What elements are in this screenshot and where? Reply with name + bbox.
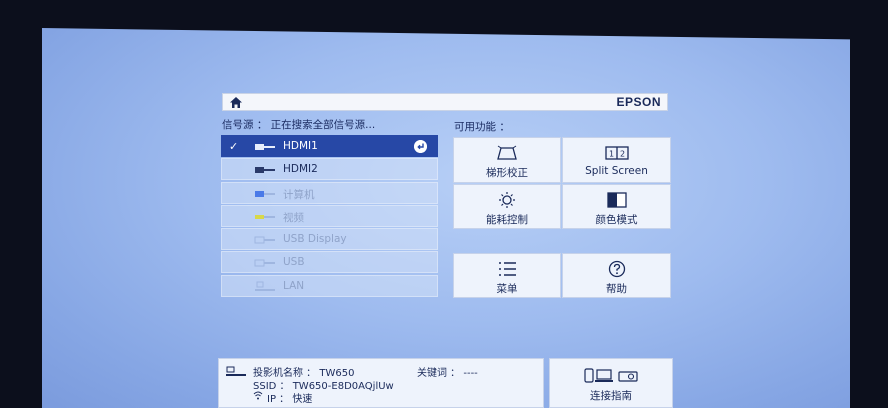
lan-icon: [255, 281, 275, 291]
color-mode-button[interactable]: 颜色模式: [562, 184, 671, 229]
color-mode-icon: [606, 192, 627, 208]
hdmi-icon: [255, 144, 275, 150]
source-label-computer: 计算机: [283, 188, 315, 201]
source-label-hdmi1: HDMI1: [283, 140, 318, 152]
source-item-usb-display[interactable]: USB Display: [221, 228, 438, 251]
source-label-hdmi2: HDMI2: [283, 163, 318, 176]
source-label-video: 视频: [283, 211, 304, 224]
enter-icon: [414, 140, 427, 153]
source-label-usb-display: USB Display: [283, 233, 347, 246]
check-icon: ✓: [229, 140, 239, 153]
connection-guide-label: 连接指南: [590, 390, 632, 402]
connection-guide-button[interactable]: 连接指南: [549, 358, 673, 408]
wifi-icon: [253, 391, 263, 400]
source-item-hdmi2[interactable]: HDMI2: [221, 158, 438, 181]
source-item-hdmi1[interactable]: ✓ HDMI1: [221, 135, 438, 157]
help-icon: [608, 260, 625, 278]
projection-screen: [42, 28, 850, 408]
brand-logo: EPSON: [616, 95, 661, 109]
keyword: 关键词 ： ----: [417, 368, 478, 379]
power-consumption-label: 能耗控制: [486, 214, 528, 226]
usb-icon: [254, 259, 275, 267]
keystone-button[interactable]: 梯形校正: [453, 137, 561, 183]
rca-icon: [255, 214, 275, 219]
power-consumption-button[interactable]: 能耗控制: [453, 184, 561, 229]
hdmi-icon: [255, 167, 275, 174]
source-list: ✓ HDMI1 HDMI2 计算机 视频 USB Display USB LAN: [221, 135, 438, 298]
source-label: 信号源 ： 正在搜索全部信号源...: [222, 119, 376, 131]
functions-label: 可用功能 ：: [454, 121, 510, 133]
svg-text:1: 1: [608, 150, 613, 159]
svg-text:2: 2: [619, 150, 624, 159]
help-button[interactable]: 帮助: [562, 253, 671, 298]
source-item-computer[interactable]: 计算机: [221, 181, 438, 204]
usb-icon: [254, 236, 275, 244]
menu-label: 菜单: [496, 283, 518, 295]
home-icon[interactable]: [229, 96, 243, 109]
color-mode-label: 颜色模式: [595, 214, 638, 226]
projector-info-panel: 投影机名称 ： TW650 关键词 ： ---- SSID ： TW650-E8…: [218, 358, 544, 408]
source-label-lan: LAN: [283, 279, 305, 292]
header-bar: EPSON: [222, 93, 668, 111]
vga-icon: [255, 190, 275, 197]
lightbulb-icon: [499, 192, 515, 208]
keystone-icon: [497, 145, 517, 160]
split-screen-icon: 1 2: [604, 146, 629, 160]
keystone-label: 梯形校正: [486, 167, 528, 179]
source-item-lan[interactable]: LAN: [221, 274, 438, 297]
menu-button[interactable]: 菜单: [453, 253, 561, 298]
help-label: 帮助: [606, 283, 627, 295]
source-item-usb[interactable]: USB: [221, 251, 438, 274]
source-item-video[interactable]: 视频: [221, 204, 438, 227]
source-label-usb: USB: [283, 256, 305, 269]
ip-mode: IP ： 快速: [267, 394, 313, 405]
split-screen-label: Split Screen: [585, 165, 648, 177]
network-icon: [226, 366, 246, 376]
split-screen-button[interactable]: 1 2 Split Screen: [562, 137, 671, 183]
devices-icon: [584, 368, 638, 383]
menu-list-icon: [499, 262, 516, 276]
